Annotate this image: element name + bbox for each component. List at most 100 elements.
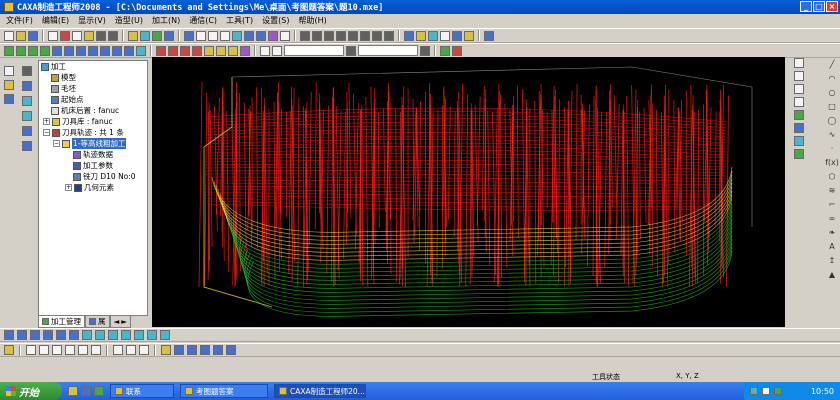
mirror-icon[interactable]: [240, 45, 250, 56]
face-icon[interactable]: [43, 330, 53, 340]
menu-communication[interactable]: 通信(C): [189, 15, 217, 26]
expand-icon[interactable]: +: [43, 118, 50, 125]
hole-icon[interactable]: [168, 45, 178, 56]
surface-revolve-icon[interactable]: [64, 45, 74, 56]
expand-icon[interactable]: +: [65, 184, 72, 191]
style-combo[interactable]: [358, 45, 418, 56]
extrude-icon[interactable]: [4, 45, 14, 56]
loft-icon[interactable]: [40, 45, 50, 56]
tree-view-icon[interactable]: [440, 30, 450, 41]
polygon-icon[interactable]: ⬡: [829, 172, 836, 182]
view-left-icon[interactable]: [220, 30, 230, 41]
surface-loft-icon[interactable]: [76, 45, 86, 56]
curve-join-icon[interactable]: [65, 345, 75, 355]
dot-icon[interactable]: ·: [831, 144, 834, 154]
text-icon[interactable]: A: [829, 242, 834, 252]
scale-icon[interactable]: [226, 345, 236, 355]
view-top-icon[interactable]: [208, 30, 218, 41]
normal-icon[interactable]: [82, 330, 92, 340]
pencil-draw-icon[interactable]: [4, 345, 14, 355]
line-icon[interactable]: ╱: [830, 60, 835, 70]
menu-help[interactable]: 帮助(H): [299, 15, 327, 26]
tree-root[interactable]: 加工: [39, 61, 147, 72]
vertex-icon[interactable]: [69, 330, 79, 340]
offset-icon[interactable]: ≋: [829, 186, 836, 196]
rectangle-icon[interactable]: □: [828, 102, 836, 112]
surface-boundary-icon[interactable]: [112, 45, 122, 56]
collapse-icon[interactable]: −: [53, 140, 60, 147]
refresh-icon[interactable]: [372, 30, 382, 41]
pointer-tool-icon[interactable]: [452, 30, 462, 41]
triangle-icon[interactable]: ▲: [829, 270, 835, 280]
ortho-icon[interactable]: [17, 330, 27, 340]
funnel-filter-icon[interactable]: [140, 30, 150, 41]
surface-net-icon[interactable]: [100, 45, 110, 56]
pick-icon[interactable]: [22, 66, 32, 76]
tree-item-model[interactable]: 模型: [39, 72, 147, 83]
chevron-up-icon[interactable]: ↥: [829, 256, 836, 266]
curve-extend-icon[interactable]: [78, 345, 88, 355]
function-icon[interactable]: f(x): [825, 158, 839, 168]
menu-view[interactable]: 显示(V): [78, 15, 106, 26]
mirror-transform-icon[interactable]: [200, 345, 210, 355]
tree-item-tool-library[interactable]: + 刀具库 : fanuc: [39, 116, 147, 127]
stop-icon[interactable]: [452, 45, 462, 56]
layer-icon[interactable]: [404, 30, 414, 41]
split-icon[interactable]: [147, 330, 157, 340]
project-icon[interactable]: [108, 330, 118, 340]
view-icon[interactable]: [184, 30, 194, 41]
menu-machining[interactable]: 加工(N): [152, 15, 180, 26]
save-icon[interactable]: [28, 30, 38, 41]
tree-item-geometry[interactable]: + 几何元素: [39, 182, 147, 193]
arc-tool-icon[interactable]: ◠: [829, 74, 836, 84]
menu-tools[interactable]: 工具(T): [226, 15, 253, 26]
arc-icon[interactable]: [794, 84, 804, 94]
desktop-icon[interactable]: [81, 386, 91, 396]
snap-icon[interactable]: [440, 45, 450, 56]
surface-sweep-icon[interactable]: [88, 45, 98, 56]
array-icon[interactable]: [213, 345, 223, 355]
extend-icon[interactable]: [22, 111, 32, 121]
select-arrow-icon[interactable]: [4, 66, 14, 76]
surface-offset-icon[interactable]: [124, 45, 134, 56]
view-front-icon[interactable]: [196, 30, 206, 41]
dropdown-icon[interactable]: [420, 45, 430, 56]
security-icon[interactable]: [774, 387, 782, 395]
copy-icon[interactable]: [72, 30, 82, 41]
menu-file[interactable]: 文件(F): [6, 15, 33, 26]
curve-smooth-icon[interactable]: [91, 345, 101, 355]
tree-item-start-point[interactable]: 起始点: [39, 94, 147, 105]
sketch-pencil-icon[interactable]: [4, 80, 14, 90]
leaf-icon[interactable]: ❧: [829, 228, 836, 238]
pan-icon[interactable]: [336, 30, 346, 41]
shaded-view-icon[interactable]: [244, 30, 254, 41]
hidden-line-icon[interactable]: [268, 30, 278, 41]
tab-machining-manager[interactable]: 加工管理: [38, 316, 85, 328]
rotate-transform-icon[interactable]: [187, 345, 197, 355]
open-folder-icon[interactable]: [16, 30, 26, 41]
dropdown-icon[interactable]: [346, 45, 356, 56]
render-icon[interactable]: [280, 30, 290, 41]
coordinate-icon[interactable]: [260, 45, 270, 56]
helix-icon[interactable]: ∞: [829, 214, 836, 224]
move-view-icon[interactable]: [384, 30, 394, 41]
tree-item-stock[interactable]: 毛坯: [39, 83, 147, 94]
corner-icon[interactable]: ⌐: [829, 200, 836, 210]
new-file-icon[interactable]: [4, 30, 14, 41]
wireframe-view-icon[interactable]: [256, 30, 266, 41]
revolve-icon[interactable]: [16, 45, 26, 56]
media-icon[interactable]: [94, 386, 104, 396]
zoom-fit-icon[interactable]: [360, 30, 370, 41]
curve-break-icon[interactable]: [52, 345, 62, 355]
task-caxa[interactable]: CAXA制造工程师20...: [274, 384, 366, 398]
trim-icon[interactable]: [22, 96, 32, 106]
tab-scroll-right-icon[interactable]: ►: [121, 317, 127, 327]
cut-icon[interactable]: [60, 30, 70, 41]
tool-icon[interactable]: [794, 110, 804, 120]
redo-icon[interactable]: [108, 30, 118, 41]
start-button[interactable]: 开始: [0, 382, 62, 400]
edge-icon[interactable]: [56, 330, 66, 340]
tree-item-postprocessor[interactable]: 机床后置 : fanuc: [39, 105, 147, 116]
help-icon[interactable]: [464, 30, 474, 41]
paste-icon[interactable]: [84, 30, 94, 41]
